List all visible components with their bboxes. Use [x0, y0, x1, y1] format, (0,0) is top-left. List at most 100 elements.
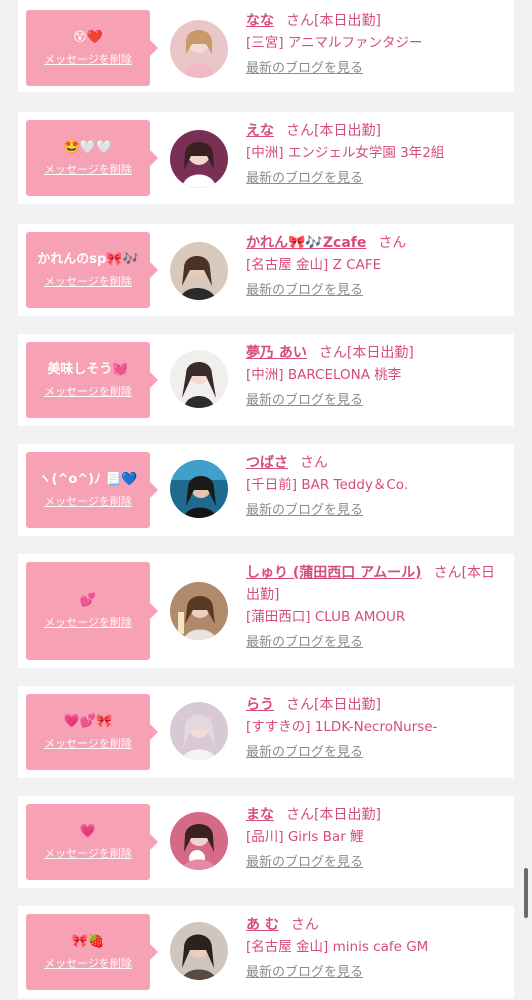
message-bubble: 💗 メッセージを削除	[26, 804, 158, 880]
info-block: えな さん[本日出勤] [中洲] エンジェル女学園 3年2組 最新のブログを見る	[246, 120, 508, 190]
list-item: ヽ(^o^)ﾉ 📃💙 メッセージを削除 つばさ さん [千日前] BAR Tedd…	[18, 444, 514, 536]
name-line: らう さん[本日出勤]	[246, 694, 508, 716]
status-badge: [本日出勤]	[314, 697, 381, 713]
message-text: 🤩🤍🤍	[63, 140, 113, 155]
list-item: かれんのsp🎀🎶 メッセージを削除 かれん🎀🎶Zcafe さん [名古屋 金山] …	[18, 224, 514, 316]
cast-name-link[interactable]: かれん🎀🎶Zcafe	[246, 235, 366, 251]
info-block: しゅり (蒲田西口 アムール) さん[本日出勤] [蒲田西口] CLUB AMOU…	[246, 562, 508, 654]
cast-name-link[interactable]: らう	[246, 697, 274, 713]
view-blog-link[interactable]: 最新のブログを見る	[246, 280, 363, 302]
avatar[interactable]	[170, 242, 228, 300]
list-item: 💗 メッセージを削除 まな さん[本日出勤] [品川] Girls Bar 鯉 最…	[18, 796, 514, 888]
name-line: なな さん[本日出勤]	[246, 10, 508, 32]
avatar[interactable]	[170, 702, 228, 760]
avatar[interactable]	[170, 582, 228, 640]
honorific: さん	[286, 807, 314, 823]
message-bubble: 💕 メッセージを削除	[26, 562, 158, 660]
honorific: さん	[286, 697, 314, 713]
list-item: 💕 メッセージを削除 しゅり (蒲田西口 アムール) さん[本日出勤] [蒲田西口…	[18, 554, 514, 668]
name-line: かれん🎀🎶Zcafe さん	[246, 232, 508, 254]
view-blog-link[interactable]: 最新のブログを見る	[246, 742, 363, 764]
cast-name-link[interactable]: しゅり (蒲田西口 アムール)	[246, 565, 422, 581]
view-blog-link[interactable]: 最新のブログを見る	[246, 632, 363, 654]
message-text: 😵❤️	[73, 30, 103, 45]
list-item: 🎀🍓 メッセージを削除 あ むさん [名古屋 金山] minis cafe GM…	[18, 906, 514, 998]
message-bubble: かれんのsp🎀🎶 メッセージを削除	[26, 232, 158, 308]
message-text: 💗💕🎀	[63, 714, 113, 729]
info-block: つばさ さん [千日前] BAR Teddy＆Co. 最新のブログを見る	[246, 452, 508, 522]
honorific: さん	[286, 123, 314, 139]
avatar[interactable]	[170, 922, 228, 980]
delete-message-link[interactable]: メッセージを削除	[44, 845, 132, 861]
honorific: さん	[290, 917, 319, 933]
avatar[interactable]	[170, 350, 228, 408]
view-blog-link[interactable]: 最新のブログを見る	[246, 962, 363, 984]
cast-name-link[interactable]: つばさ	[246, 455, 288, 471]
message-bubble: 😵❤️ メッセージを削除	[26, 10, 158, 86]
cast-name-link[interactable]: 夢乃 あい	[246, 345, 307, 361]
delete-message-link[interactable]: メッセージを削除	[44, 493, 132, 509]
honorific: さん	[318, 345, 347, 361]
scrollbar[interactable]	[524, 868, 528, 918]
avatar[interactable]	[170, 812, 228, 870]
info-block: まな さん[本日出勤] [品川] Girls Bar 鯉 最新のブログを見る	[246, 804, 508, 874]
shop-name: [名古屋 金山] Z CAFE	[246, 257, 382, 273]
delete-message-link[interactable]: メッセージを削除	[44, 955, 132, 971]
message-bubble: 💗💕🎀 メッセージを削除	[26, 694, 158, 770]
message-text: 💗	[79, 824, 97, 839]
honorific: さん	[300, 455, 328, 471]
status-badge: [本日出勤]	[314, 13, 381, 29]
cast-name-link[interactable]: なな	[246, 13, 274, 29]
status-badge: [本日出勤]	[314, 807, 381, 823]
cast-name-link[interactable]: あ む	[246, 917, 279, 933]
message-text: 💕	[79, 593, 97, 608]
message-bubble: 🎀🍓 メッセージを削除	[26, 914, 158, 990]
list-item: 🤩🤍🤍 メッセージを削除 えな さん[本日出勤] [中洲] エンジェル女学園 3年…	[18, 112, 514, 204]
info-block: らう さん[本日出勤] [すすきの] 1LDK-NecroNurse- 最新のブロ…	[246, 694, 508, 764]
view-blog-link[interactable]: 最新のブログを見る	[246, 168, 363, 190]
view-blog-link[interactable]: 最新のブログを見る	[246, 852, 363, 874]
shop-name: [品川] Girls Bar 鯉	[246, 829, 364, 845]
message-text: 美味しそう💓	[47, 362, 129, 377]
name-line: 夢乃 あい さん[本日出勤]	[246, 342, 508, 364]
message-text: 🎀🍓	[71, 934, 105, 949]
delete-message-link[interactable]: メッセージを削除	[44, 273, 132, 289]
name-line: えな さん[本日出勤]	[246, 120, 508, 142]
shop-name: [三宮] アニマルファンタジー	[246, 35, 423, 51]
name-line: まな さん[本日出勤]	[246, 804, 508, 826]
delete-message-link[interactable]: メッセージを削除	[44, 383, 132, 399]
avatar[interactable]	[170, 20, 228, 78]
name-line: あ むさん	[246, 914, 508, 936]
delete-message-link[interactable]: メッセージを削除	[44, 735, 132, 751]
message-bubble: 🤩🤍🤍 メッセージを削除	[26, 120, 158, 196]
status-badge: [本日出勤]	[314, 123, 381, 139]
shop-name: [中洲] BARCELONA 桃李	[246, 367, 402, 383]
shop-name: [千日前] BAR Teddy＆Co.	[246, 477, 409, 493]
view-blog-link[interactable]: 最新のブログを見る	[246, 500, 363, 522]
status-badge: [本日出勤]	[346, 345, 414, 361]
message-text: かれんのsp🎀🎶	[37, 252, 139, 267]
view-blog-link[interactable]: 最新のブログを見る	[246, 390, 363, 412]
delete-message-link[interactable]: メッセージを削除	[44, 161, 132, 177]
honorific: さん	[433, 565, 462, 581]
delete-message-link[interactable]: メッセージを削除	[44, 614, 132, 630]
honorific: さん	[378, 235, 407, 251]
cast-name-link[interactable]: えな	[246, 123, 274, 139]
list-item: 美味しそう💓 メッセージを削除 夢乃 あい さん[本日出勤] [中洲] BARCE…	[18, 334, 514, 426]
message-bubble: ヽ(^o^)ﾉ 📃💙 メッセージを削除	[26, 452, 158, 528]
name-line: しゅり (蒲田西口 アムール) さん[本日出勤]	[246, 562, 508, 606]
info-block: あ むさん [名古屋 金山] minis cafe GM 最新のブログを見る	[246, 914, 508, 984]
name-line: つばさ さん	[246, 452, 508, 474]
avatar[interactable]	[170, 130, 228, 188]
shop-name: [名古屋 金山] minis cafe GM	[246, 939, 429, 955]
shop-name: [中洲] エンジェル女学園 3年2組	[246, 145, 445, 161]
info-block: なな さん[本日出勤] [三宮] アニマルファンタジー 最新のブログを見る	[246, 10, 508, 80]
list-item: 💗💕🎀 メッセージを削除 らう さん[本日出勤] [すすきの] 1LDK-Necr…	[18, 686, 514, 778]
shop-name: [蒲田西口] CLUB AMOUR	[246, 609, 406, 625]
honorific: さん	[286, 13, 314, 29]
cast-name-link[interactable]: まな	[246, 807, 274, 823]
info-block: かれん🎀🎶Zcafe さん [名古屋 金山] Z CAFE 最新のブログを見る	[246, 232, 508, 302]
avatar[interactable]	[170, 460, 228, 518]
delete-message-link[interactable]: メッセージを削除	[44, 51, 132, 67]
view-blog-link[interactable]: 最新のブログを見る	[246, 58, 363, 80]
